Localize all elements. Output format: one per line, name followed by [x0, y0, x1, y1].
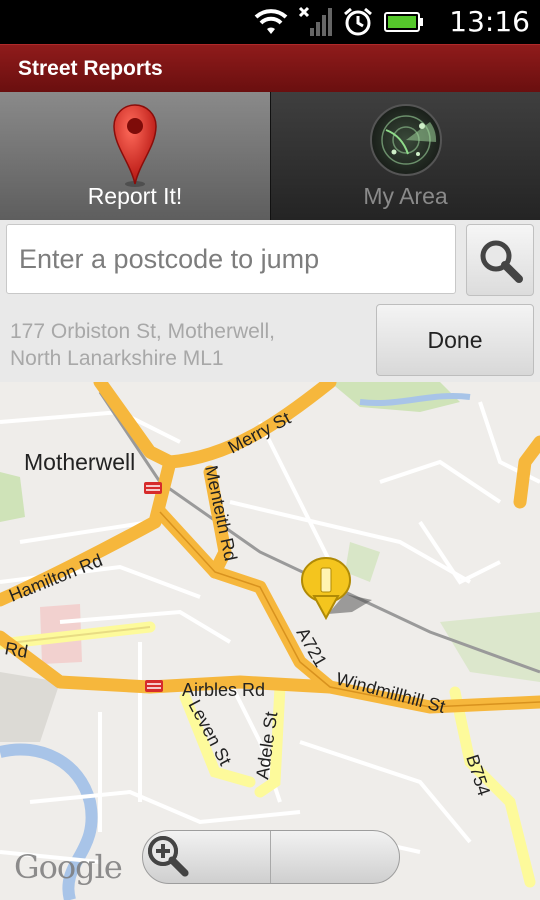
address-row: 177 Orbiston St, Motherwell, North Lanar…	[0, 300, 540, 382]
map-canvas: Motherwell Merry St Menteith Rd Hamilton…	[0, 382, 540, 900]
map-view[interactable]: Motherwell Merry St Menteith Rd Hamilton…	[0, 382, 540, 900]
tab-my-area-label: My Area	[363, 183, 448, 209]
place-label-motherwell: Motherwell	[24, 449, 135, 475]
road-label-rd: Rd	[3, 638, 29, 662]
location-pin-icon	[113, 104, 157, 187]
search-icon	[480, 240, 523, 283]
search-button[interactable]	[466, 224, 534, 296]
tab-report-it[interactable]: Report It!	[0, 92, 270, 220]
road-label-merry-st: Merry St	[224, 408, 293, 458]
done-button[interactable]: Done	[376, 304, 534, 376]
current-address: 177 Orbiston St, Motherwell, North Lanar…	[10, 318, 350, 372]
search-row	[0, 220, 540, 300]
address-line-1: 177 Orbiston St, Motherwell,	[10, 320, 275, 343]
no-signal-icon	[298, 6, 332, 36]
alarm-icon	[344, 7, 372, 36]
zoom-in-icon	[148, 836, 189, 877]
address-line-2: North Lanarkshire ML1	[10, 347, 224, 370]
battery-icon	[384, 12, 423, 32]
app-title-bar: Street Reports	[0, 44, 540, 92]
park-area	[0, 472, 25, 522]
road-label-airbles-rd: Airbles Rd	[182, 680, 265, 700]
radar-icon	[369, 104, 442, 176]
zoom-controls	[142, 830, 400, 884]
status-time: 13:16	[449, 5, 530, 38]
road-label-b754: B754	[462, 752, 494, 798]
postcode-search-input[interactable]	[6, 224, 456, 294]
status-bar: 13:16	[0, 0, 540, 44]
wifi-icon	[254, 9, 288, 34]
tab-bar: Report It! My Area	[0, 92, 540, 220]
status-icons	[254, 4, 424, 40]
rail-station-icon	[144, 482, 162, 494]
google-attribution: Google	[14, 848, 123, 886]
zoom-in-button[interactable]	[148, 831, 399, 883]
app-title: Street Reports	[18, 57, 163, 80]
tab-report-it-label: Report It!	[87, 183, 183, 209]
tab-my-area[interactable]: My Area	[270, 92, 540, 220]
park-area	[440, 612, 540, 682]
rail-station-icon	[145, 680, 163, 692]
